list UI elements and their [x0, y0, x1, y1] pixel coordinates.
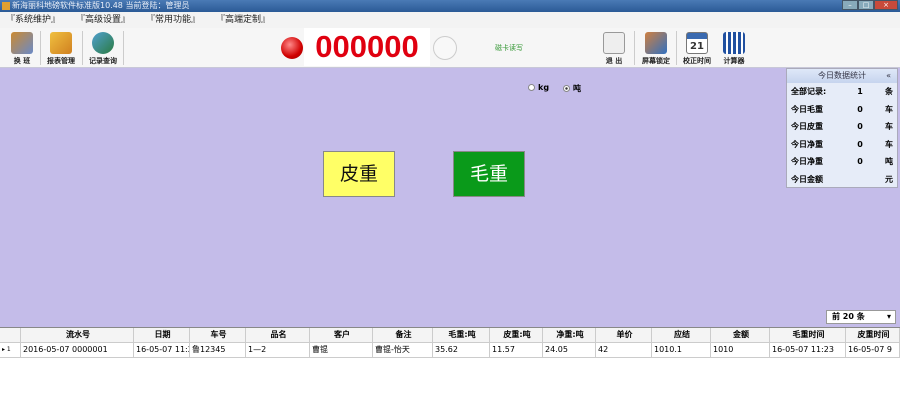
- stats-value: 0: [857, 122, 863, 132]
- column-header[interactable]: 车号: [190, 328, 246, 342]
- table-row[interactable]: ▸ 12016-05-07 000000116-05-07 11:23鲁1234…: [0, 343, 900, 358]
- table-cell: 42: [596, 343, 652, 357]
- menu-system[interactable]: 『系统维护』: [6, 12, 60, 28]
- lock-screen-icon: [645, 32, 667, 54]
- gross-button[interactable]: 毛重: [453, 151, 525, 197]
- table-cell: 鲁12345: [190, 343, 246, 357]
- table-cell: 16-05-07 11:23: [134, 343, 190, 357]
- stats-title: 今日数据统计: [818, 71, 866, 80]
- stats-label: 今日净重: [791, 157, 823, 167]
- weight-display: 000000: [304, 28, 430, 66]
- menu-bar: 『系统维护』 『高级设置』 『常用功能』 『高端定制』: [0, 12, 900, 28]
- stats-unit: 车: [885, 139, 893, 149]
- table-cell: 35.62: [433, 343, 490, 357]
- row-indicator-header: [0, 328, 21, 342]
- calculator-icon: [723, 32, 745, 54]
- status-lamp-red: [281, 37, 303, 59]
- column-header[interactable]: 净重:吨: [543, 328, 596, 342]
- menu-common[interactable]: 『常用功能』: [146, 12, 200, 28]
- column-header[interactable]: 金额: [711, 328, 770, 342]
- stats-label: 今日金额: [791, 174, 823, 184]
- stats-row: 今日毛重 0 车: [787, 101, 897, 119]
- calibrate-time-button[interactable]: 21 校正时间: [677, 30, 717, 66]
- keys-icon: [11, 32, 33, 54]
- column-header[interactable]: 日期: [134, 328, 190, 342]
- unit-kg-radio[interactable]: kg: [528, 83, 549, 94]
- unit-selector: kg 吨: [528, 83, 581, 94]
- menu-advanced[interactable]: 『高级设置』: [76, 12, 130, 28]
- records-table: 流水号 日期 车号 品名 客户 备注 毛重:吨 皮重:吨 净重:吨 单价 应结 金额 毛重时间 皮重时间 …: [0, 327, 900, 411]
- stats-label: 今日毛重: [791, 104, 823, 114]
- column-header[interactable]: 备注: [373, 328, 433, 342]
- table-cell: 曹锟-怡天: [373, 343, 433, 357]
- stats-unit: 车: [885, 122, 893, 132]
- column-header[interactable]: 品名: [246, 328, 310, 342]
- exit-button[interactable]: 退 出: [594, 30, 634, 66]
- magnifier-icon: [92, 32, 114, 54]
- record-query-button[interactable]: 记录查询: [84, 30, 122, 66]
- card-status-text: 磁卡读写: [495, 44, 523, 52]
- stats-unit: 吨: [885, 157, 893, 167]
- tare-button[interactable]: 皮重: [323, 151, 395, 197]
- column-header[interactable]: 单价: [596, 328, 652, 342]
- chevron-down-icon: ▾: [886, 312, 891, 321]
- table-cell: 16-05-07 9: [846, 343, 900, 357]
- stats-unit: 元: [885, 174, 893, 184]
- record-count-select[interactable]: 前 20 条 ▾: [826, 310, 896, 324]
- table-cell: 1010.1: [652, 343, 711, 357]
- status-lamp-off: [433, 36, 457, 60]
- stats-label: 全部记录:: [791, 87, 827, 97]
- table-cell: 11.57: [490, 343, 543, 357]
- table-header: 流水号 日期 车号 品名 客户 备注 毛重:吨 皮重:吨 净重:吨 单价 应结 金额 毛重时间 皮重时间: [0, 328, 900, 343]
- column-header[interactable]: 毛重时间: [770, 328, 846, 342]
- stats-unit: 车: [885, 104, 893, 114]
- book-icon: [50, 32, 72, 54]
- table-cell: 1—2: [246, 343, 310, 357]
- row-indicator: ▸ 1: [0, 343, 21, 357]
- column-header[interactable]: 流水号: [21, 328, 134, 342]
- window-title: 新海丽科地磅软件标准版10.48 当前登陆：管理员: [12, 1, 190, 10]
- column-header[interactable]: 应结: [652, 328, 711, 342]
- table-cell: 2016-05-07 0000001: [21, 343, 134, 357]
- stats-value: 1: [857, 87, 863, 97]
- collapse-icon[interactable]: «: [886, 69, 891, 83]
- stats-value: 0: [857, 157, 863, 167]
- column-header[interactable]: 皮重时间: [846, 328, 900, 342]
- column-header[interactable]: 皮重:吨: [490, 328, 543, 342]
- stats-row: 全部记录: 1 条: [787, 83, 897, 101]
- unit-ton-radio[interactable]: 吨: [563, 83, 581, 94]
- stats-unit: 条: [885, 87, 893, 97]
- title-bar: 新海丽科地磅软件标准版10.48 当前登陆：管理员 – □ ×: [0, 0, 900, 12]
- stats-label: 今日皮重: [791, 122, 823, 132]
- table-cell: 16-05-07 11:23: [770, 343, 846, 357]
- report-button[interactable]: 报表管理: [41, 30, 81, 66]
- window-icon: [603, 32, 625, 54]
- stats-row: 今日净重 0 车: [787, 136, 897, 154]
- maximize-button[interactable]: □: [858, 0, 874, 10]
- menu-custom[interactable]: 『高端定制』: [216, 12, 270, 28]
- calendar-icon: 21: [686, 32, 708, 54]
- column-header[interactable]: 客户: [310, 328, 373, 342]
- table-cell: 1010: [711, 343, 770, 357]
- stats-value: 0: [857, 104, 863, 114]
- screen-lock-button[interactable]: 屏幕锁定: [636, 30, 676, 66]
- stats-label: 今日净重: [791, 139, 823, 149]
- stats-value: 0: [857, 139, 863, 149]
- table-cell: 曹锟: [310, 343, 373, 357]
- column-header[interactable]: 毛重:吨: [433, 328, 490, 342]
- table-cell: 24.05: [543, 343, 596, 357]
- close-button[interactable]: ×: [874, 0, 898, 10]
- stats-row: 今日净重 0 吨: [787, 153, 897, 171]
- app-icon: [2, 2, 10, 10]
- stats-row: 今日皮重 0 车: [787, 118, 897, 136]
- minimize-button[interactable]: –: [842, 0, 858, 10]
- stats-row: 今日金额 元: [787, 171, 897, 189]
- shift-change-button[interactable]: 换 班: [2, 30, 42, 66]
- daily-stats-panel: 今日数据统计 « 全部记录: 1 条今日毛重 0 车今日皮重 0 车今日净重 0 车今日净重 0 吨今…: [786, 68, 898, 188]
- calculator-button[interactable]: 计算器: [714, 30, 754, 66]
